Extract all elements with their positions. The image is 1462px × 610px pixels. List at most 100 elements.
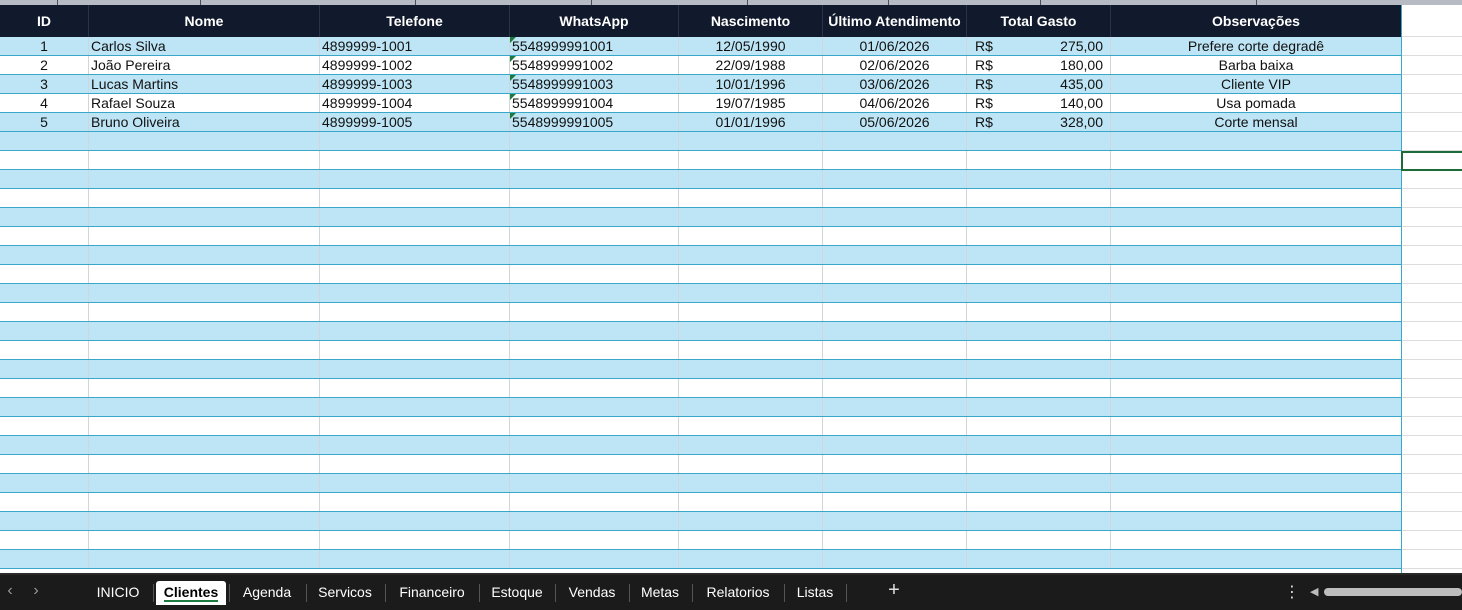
empty-cell[interactable]: [679, 360, 823, 378]
empty-cell[interactable]: [510, 493, 679, 511]
scroll-left-icon[interactable]: ◀: [1310, 585, 1318, 599]
empty-cell[interactable]: [967, 132, 1111, 150]
empty-cell[interactable]: [679, 170, 823, 188]
column-header-ultimo[interactable]: Último Atendimento: [823, 5, 967, 37]
empty-cell[interactable]: [320, 265, 510, 283]
empty-cell[interactable]: [1111, 360, 1402, 378]
empty-cell[interactable]: [89, 170, 320, 188]
empty-cell[interactable]: [510, 398, 679, 416]
empty-cell[interactable]: [967, 474, 1111, 492]
empty-cell[interactable]: [679, 132, 823, 150]
empty-cell[interactable]: [967, 303, 1111, 321]
empty-cell[interactable]: [1111, 455, 1402, 473]
empty-cell[interactable]: [967, 170, 1111, 188]
empty-cell[interactable]: [510, 341, 679, 359]
empty-cell[interactable]: [1111, 512, 1402, 530]
cell-nascimento[interactable]: 01/01/1996: [679, 113, 823, 131]
empty-cell[interactable]: [510, 151, 679, 169]
empty-cell[interactable]: [320, 246, 510, 264]
empty-cell[interactable]: [510, 284, 679, 302]
tab-clientes[interactable]: Clientes: [156, 581, 226, 605]
empty-cell[interactable]: [89, 455, 320, 473]
empty-cell[interactable]: [320, 170, 510, 188]
cell-id[interactable]: 2: [0, 56, 89, 74]
empty-cell[interactable]: [510, 417, 679, 435]
empty-cell[interactable]: [510, 379, 679, 397]
tab-vendas[interactable]: Vendas: [560, 581, 624, 605]
empty-cell[interactable]: [89, 398, 320, 416]
empty-cell[interactable]: [320, 303, 510, 321]
empty-cell[interactable]: [1111, 208, 1402, 226]
empty-cell[interactable]: [679, 265, 823, 283]
empty-cell[interactable]: [823, 322, 967, 340]
empty-cell[interactable]: [823, 436, 967, 454]
empty-cell[interactable]: [679, 227, 823, 245]
cell-id[interactable]: 3: [0, 75, 89, 93]
empty-cell[interactable]: [0, 417, 89, 435]
empty-cell[interactable]: [510, 455, 679, 473]
column-header-total[interactable]: Total Gasto: [967, 5, 1111, 37]
empty-cell[interactable]: [967, 379, 1111, 397]
empty-cell[interactable]: [89, 550, 320, 568]
empty-cell[interactable]: [510, 132, 679, 150]
cell-id[interactable]: 4: [0, 94, 89, 112]
empty-cell[interactable]: [320, 227, 510, 245]
empty-cell[interactable]: [823, 303, 967, 321]
empty-cell[interactable]: [320, 360, 510, 378]
empty-cell[interactable]: [823, 474, 967, 492]
empty-cell[interactable]: [967, 246, 1111, 264]
cell-total[interactable]: R$ 140,00: [967, 94, 1111, 112]
empty-cell[interactable]: [89, 474, 320, 492]
cell-ultimo[interactable]: 01/06/2026: [823, 37, 967, 55]
empty-cell[interactable]: [89, 284, 320, 302]
empty-cell[interactable]: [679, 322, 823, 340]
empty-cell[interactable]: [89, 303, 320, 321]
empty-cell[interactable]: [679, 246, 823, 264]
empty-cell[interactable]: [823, 284, 967, 302]
empty-cell[interactable]: [1111, 132, 1402, 150]
empty-cell[interactable]: [0, 322, 89, 340]
empty-cell[interactable]: [823, 360, 967, 378]
empty-cell[interactable]: [0, 265, 89, 283]
empty-cell[interactable]: [0, 170, 89, 188]
empty-cell[interactable]: [679, 474, 823, 492]
empty-cell[interactable]: [510, 170, 679, 188]
empty-cell[interactable]: [967, 436, 1111, 454]
column-header-whatsapp[interactable]: WhatsApp: [510, 5, 679, 37]
cell-nascimento[interactable]: 12/05/1990: [679, 37, 823, 55]
empty-cell[interactable]: [320, 493, 510, 511]
empty-cell[interactable]: [823, 493, 967, 511]
empty-cell[interactable]: [89, 246, 320, 264]
empty-cell[interactable]: [0, 189, 89, 207]
empty-cell[interactable]: [510, 531, 679, 549]
tab-listas[interactable]: Listas: [789, 581, 841, 605]
cell-nome[interactable]: João Pereira: [89, 56, 320, 74]
empty-cell[interactable]: [320, 550, 510, 568]
empty-cell[interactable]: [510, 265, 679, 283]
empty-cell[interactable]: [679, 398, 823, 416]
empty-cell[interactable]: [320, 151, 510, 169]
empty-cell[interactable]: [89, 151, 320, 169]
empty-cell[interactable]: [823, 208, 967, 226]
empty-cell[interactable]: [89, 265, 320, 283]
cell-ultimo[interactable]: 03/06/2026: [823, 75, 967, 93]
empty-cell[interactable]: [967, 151, 1111, 169]
empty-cell[interactable]: [89, 341, 320, 359]
empty-cell[interactable]: [320, 531, 510, 549]
chevron-right-icon[interactable]: ›: [26, 582, 46, 600]
empty-cell[interactable]: [320, 322, 510, 340]
cell-obs[interactable]: Corte mensal: [1111, 113, 1402, 131]
column-header-nascimento[interactable]: Nascimento: [679, 5, 823, 37]
empty-cell[interactable]: [967, 531, 1111, 549]
selected-cell[interactable]: [1401, 151, 1462, 171]
empty-cell[interactable]: [0, 227, 89, 245]
empty-cell[interactable]: [823, 531, 967, 549]
empty-cell[interactable]: [967, 360, 1111, 378]
cell-nome[interactable]: Bruno Oliveira: [89, 113, 320, 131]
empty-cell[interactable]: [679, 550, 823, 568]
empty-cell[interactable]: [679, 455, 823, 473]
empty-cell[interactable]: [1111, 227, 1402, 245]
empty-cell[interactable]: [0, 208, 89, 226]
column-header-obs[interactable]: Observações: [1111, 5, 1402, 37]
empty-cell[interactable]: [1111, 474, 1402, 492]
